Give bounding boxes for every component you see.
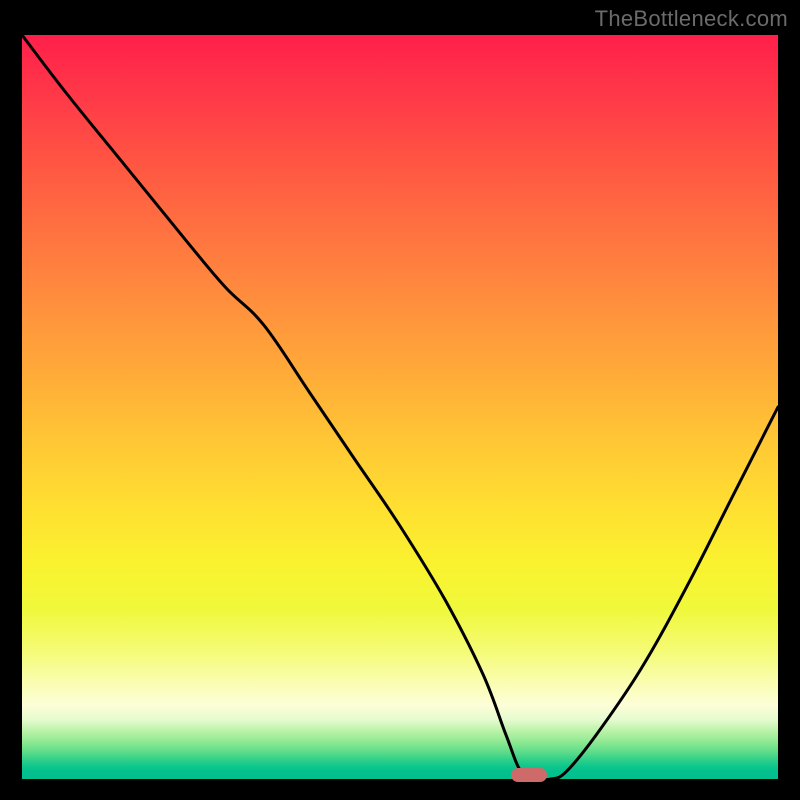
chart-frame: TheBottleneck.com	[0, 0, 800, 800]
plot-area	[22, 35, 778, 779]
optimal-marker	[511, 768, 547, 782]
bottleneck-curve	[22, 35, 778, 779]
curve-path	[22, 35, 778, 779]
watermark-text: TheBottleneck.com	[595, 6, 788, 32]
